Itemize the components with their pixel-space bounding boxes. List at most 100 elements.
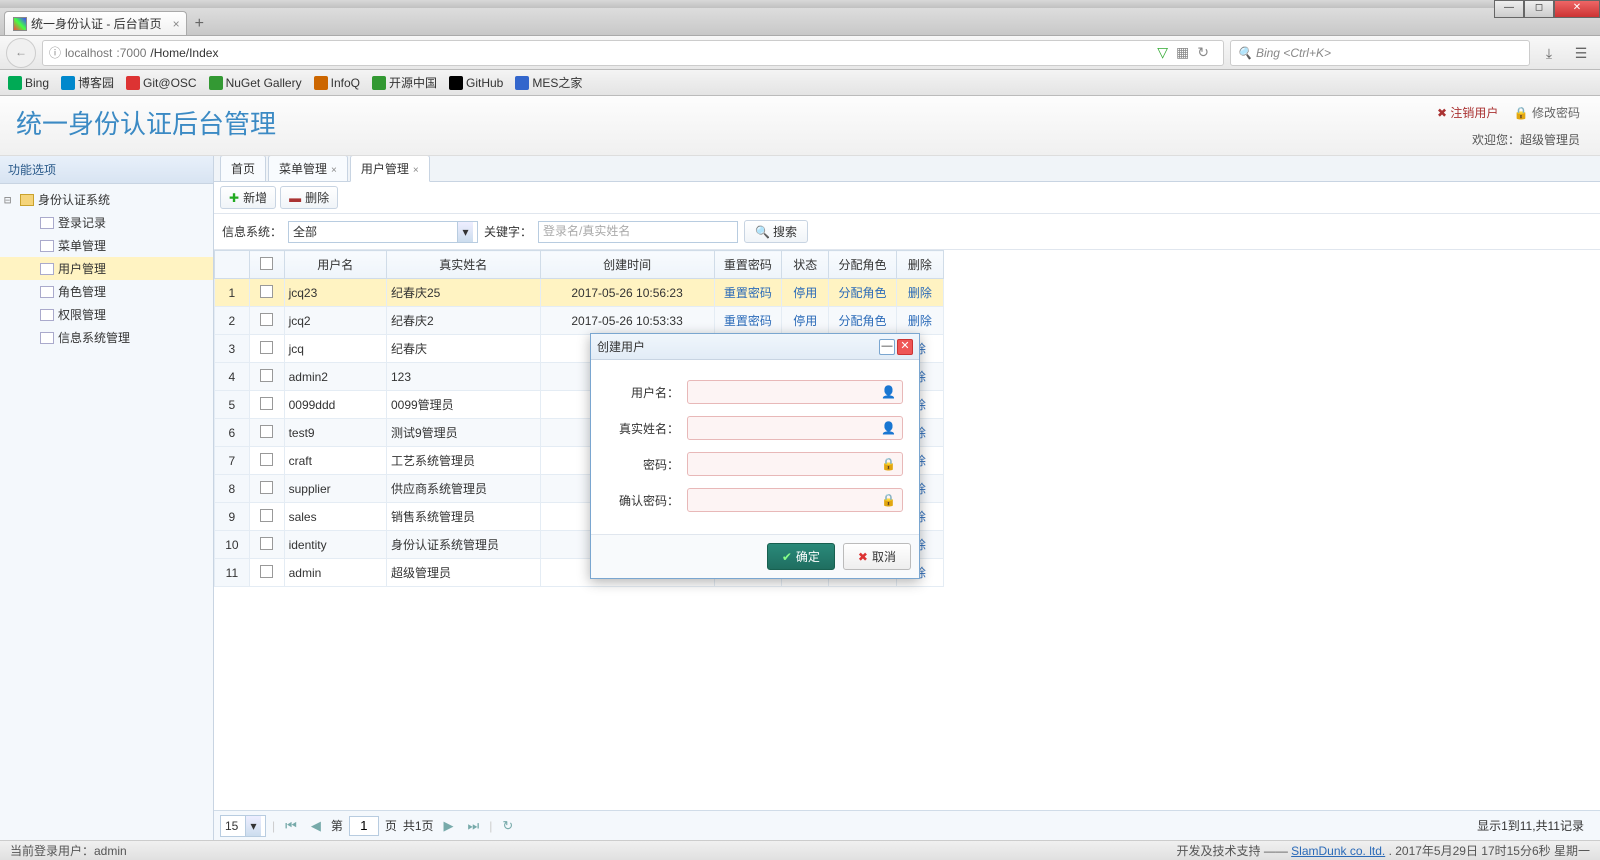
row-checkbox[interactable] [260, 565, 273, 578]
tree-item[interactable]: 信息系统管理 [0, 326, 213, 349]
bookmark-item[interactable]: NuGet Gallery [209, 76, 302, 90]
tree-item[interactable]: 菜单管理 [0, 234, 213, 257]
realname-input[interactable]: 👤 [687, 416, 903, 440]
reset-password-link[interactable]: 重置密码 [724, 286, 772, 300]
last-page-button[interactable]: ⏭ [464, 818, 484, 834]
row-checkbox[interactable] [260, 453, 273, 466]
qr-icon[interactable]: ▦ [1176, 44, 1189, 61]
reset-password-link[interactable]: 重置密码 [724, 314, 772, 328]
username-input[interactable]: 👤 [687, 380, 903, 404]
create-user-dialog: 创建用户 — ✕ 用户名：👤 真实姓名：👤 密码：🔒 确认密码：🔒 ✔确定 ✖取… [590, 333, 920, 579]
next-page-button[interactable]: ▶ [440, 818, 458, 834]
tree-item[interactable]: 登录记录 [0, 211, 213, 234]
cancel-button[interactable]: ✖取消 [843, 543, 911, 570]
logout-link[interactable]: ✖ 注销用户 [1437, 106, 1498, 120]
row-checkbox[interactable] [260, 341, 273, 354]
window-minimize-button[interactable]: — [1494, 0, 1524, 18]
col-delete: 删除 [896, 251, 943, 279]
assign-role-link[interactable]: 分配角色 [839, 286, 887, 300]
content-tab[interactable]: 用户管理× [350, 156, 430, 182]
row-checkbox[interactable] [260, 313, 273, 326]
support-link[interactable]: SlamDunk co. ltd. [1291, 844, 1385, 858]
dialog-title: 创建用户 [597, 338, 877, 355]
file-icon [40, 217, 54, 229]
dialog-titlebar[interactable]: 创建用户 — ✕ [591, 334, 919, 360]
bookmark-item[interactable]: GitHub [449, 76, 503, 90]
col-username[interactable]: 用户名 [284, 251, 386, 279]
disable-link[interactable]: 停用 [793, 314, 817, 328]
row-checkbox[interactable] [260, 285, 273, 298]
bookmark-item[interactable]: Bing [8, 76, 49, 90]
new-tab-button[interactable]: + [187, 13, 212, 35]
tree-root[interactable]: ⊟ 身份认证系统 [0, 188, 213, 211]
row-checkbox[interactable] [260, 397, 273, 410]
content-tab[interactable]: 菜单管理× [268, 156, 348, 181]
delete-link[interactable]: 删除 [908, 314, 932, 328]
url-input[interactable]: ⓘ localhost:7000/Home/Index ▽ ▦ ↻ [42, 40, 1224, 66]
bookmark-item[interactable]: Git@OSC [126, 76, 197, 90]
pager-info: 显示1到11,共11记录 [1477, 817, 1594, 834]
table-row[interactable]: 1jcq23纪春庆252017-05-26 10:56:23重置密码停用分配角色… [215, 279, 944, 307]
field-label-confirm: 确认密码： [607, 492, 687, 509]
window-maximize-button[interactable]: ◻ [1524, 0, 1554, 18]
tab-close-icon[interactable]: × [173, 17, 180, 31]
x-icon: ✖ [858, 550, 868, 564]
page-size-combo[interactable]: 15▾ [220, 815, 266, 837]
back-button[interactable]: ← [6, 38, 36, 68]
delete-link[interactable]: 删除 [908, 286, 932, 300]
confirm-password-input[interactable]: 🔒 [687, 488, 903, 512]
content-tabs: 首页菜单管理×用户管理× [214, 156, 1600, 182]
reload-icon[interactable]: ↻ [1197, 44, 1209, 61]
browser-tab-strip: 统一身份认证 - 后台首页 × + [0, 8, 1600, 36]
tree-item[interactable]: 用户管理 [0, 257, 213, 280]
hamburger-icon[interactable]: ☰ [1568, 40, 1594, 66]
pager: 15▾ | ⏮ ◀ 第 页 共1页 ▶ ⏭ | ↻ 显示1到11,共11记录 [214, 810, 1600, 840]
change-password-link[interactable]: 🔒 修改密码 [1514, 106, 1580, 120]
browser-search-input[interactable]: 🔍 Bing <Ctrl+K> [1230, 40, 1530, 66]
assign-role-link[interactable]: 分配角色 [839, 314, 887, 328]
app-header: 统一身份认证后台管理 ✖ 注销用户 🔒 修改密码 欢迎您：超级管理员 [0, 96, 1600, 156]
system-combo[interactable]: 全部▾ [288, 221, 478, 243]
row-checkbox[interactable] [260, 537, 273, 550]
search-icon: 🔍 [1237, 46, 1252, 60]
tree-item[interactable]: 权限管理 [0, 303, 213, 326]
row-checkbox[interactable] [260, 425, 273, 438]
row-checkbox[interactable] [260, 509, 273, 522]
first-page-button[interactable]: ⏮ [281, 818, 301, 834]
keyword-input[interactable]: 登录名/真实姓名 [538, 221, 738, 243]
bookmarks-bar: Bing 博客园 Git@OSC NuGet Gallery InfoQ 开源中国 GitH… [0, 70, 1600, 96]
shield-icon[interactable]: ▽ [1157, 44, 1168, 61]
row-checkbox[interactable] [260, 369, 273, 382]
col-role: 分配角色 [829, 251, 897, 279]
refresh-button[interactable]: ↻ [498, 818, 517, 834]
row-checkbox[interactable] [260, 481, 273, 494]
add-button[interactable]: ✚新增 [220, 186, 276, 209]
col-realname[interactable]: 真实姓名 [386, 251, 540, 279]
disable-link[interactable]: 停用 [793, 286, 817, 300]
tab-close-icon[interactable]: × [413, 165, 419, 176]
browser-tab-title: 统一身份认证 - 后台首页 [31, 15, 162, 32]
lock-icon: 🔒 [881, 493, 896, 507]
table-row[interactable]: 2jcq2纪春庆22017-05-26 10:53:33重置密码停用分配角色删除 [215, 307, 944, 335]
prev-page-button[interactable]: ◀ [307, 818, 325, 834]
page-input[interactable] [349, 816, 379, 836]
content-tab[interactable]: 首页 [220, 156, 266, 181]
window-close-button[interactable]: ✕ [1554, 0, 1600, 18]
bookmark-item[interactable]: InfoQ [314, 76, 360, 90]
tree-item[interactable]: 角色管理 [0, 280, 213, 303]
ok-button[interactable]: ✔确定 [767, 543, 835, 570]
delete-button[interactable]: ▬删除 [280, 186, 338, 209]
bookmark-item[interactable]: 博客园 [61, 74, 114, 91]
collapse-icon[interactable]: ⊟ [4, 193, 16, 207]
password-input[interactable]: 🔒 [687, 452, 903, 476]
browser-tab[interactable]: 统一身份认证 - 后台首页 × [4, 11, 187, 35]
bookmark-item[interactable]: 开源中国 [372, 74, 437, 91]
dialog-close-icon[interactable]: ✕ [897, 339, 913, 355]
col-created[interactable]: 创建时间 [540, 251, 714, 279]
dialog-minimize-icon[interactable]: — [879, 339, 895, 355]
col-checkbox[interactable] [249, 251, 284, 279]
search-button[interactable]: 🔍搜索 [744, 220, 808, 243]
bookmark-item[interactable]: MES之家 [515, 74, 582, 91]
tab-close-icon[interactable]: × [331, 165, 337, 176]
download-icon[interactable]: ⤓ [1536, 40, 1562, 66]
